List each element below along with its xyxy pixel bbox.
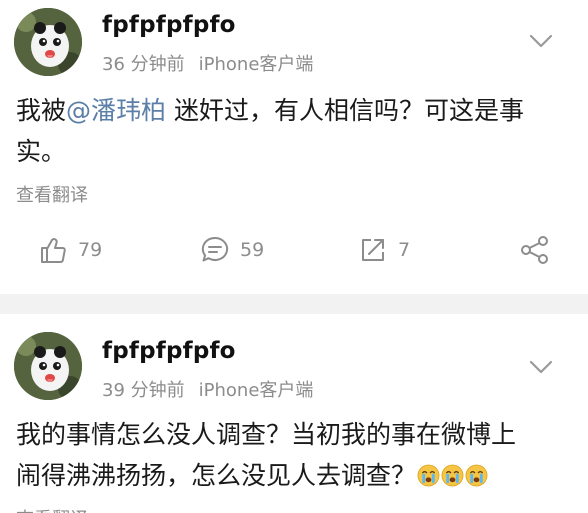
post-separator: [0, 294, 588, 314]
post-meta: 36 分钟前 iPhone客户端: [102, 50, 313, 76]
post-time: 36 分钟前: [102, 54, 185, 75]
avatar-image: [14, 8, 82, 76]
comment-icon: [201, 236, 229, 262]
username[interactable]: fpfpfpfpfo: [102, 338, 236, 364]
post-source: iPhone客户端: [198, 380, 314, 401]
weibo-post: fpfpfpfpfo 39 分钟前 iPhone客户端 我的事情怎么没人调查？当初…: [0, 314, 588, 513]
content-text: 我被: [16, 96, 67, 125]
crying-face-icon: [417, 464, 440, 487]
content-text: 迷奸过，有人相信吗？可这是事: [166, 96, 524, 125]
avatar[interactable]: [14, 8, 82, 76]
repost-icon: [362, 239, 384, 261]
post-content: 我的事情怎么没人调查？当初我的事在微博上 闹得沸沸扬扬，怎么没见人去调查？: [16, 414, 572, 496]
post-time: 39 分钟前: [102, 380, 185, 401]
translate-link[interactable]: 查看翻译: [16, 505, 88, 513]
post-content-line: 我的事情怎么没人调查？当初我的事在微博上: [16, 420, 517, 449]
like-count: 79: [78, 239, 103, 261]
post-content-line: 我被@潘玮柏 迷奸过，有人相信吗？可这是事: [16, 90, 572, 131]
action-bar: 79 59 7: [0, 226, 588, 274]
post-content-line: 闹得沸沸扬扬，怎么没见人去调查？: [16, 455, 572, 496]
chevron-down-icon[interactable]: [528, 32, 554, 50]
post-content-line: 实。: [16, 137, 67, 166]
avatar-image: [14, 332, 82, 400]
post-meta: 39 分钟前 iPhone客户端: [102, 376, 313, 402]
thumbs-up-icon: [41, 238, 66, 263]
comment-button[interactable]: 59: [200, 226, 264, 274]
post-source: iPhone客户端: [198, 54, 314, 75]
crying-face-icon: [441, 464, 464, 487]
repost-count: 7: [398, 239, 411, 261]
username[interactable]: fpfpfpfpfo: [102, 12, 236, 38]
post-content: 我被@潘玮柏 迷奸过，有人相信吗？可这是事 实。: [16, 90, 572, 172]
crying-face-icon: [465, 464, 488, 487]
share-icon: [521, 236, 548, 264]
avatar[interactable]: [14, 332, 82, 400]
mention-link[interactable]: @潘玮柏: [66, 96, 166, 125]
content-text: 闹得沸沸扬扬，怎么没见人去调查？: [16, 461, 417, 490]
weibo-post: fpfpfpfpfo 36 分钟前 iPhone客户端 我被@潘玮柏 迷奸过，有人…: [0, 0, 588, 294]
share-button[interactable]: [519, 226, 551, 274]
repost-button[interactable]: 7: [358, 226, 410, 274]
chevron-down-icon[interactable]: [528, 358, 554, 376]
like-button[interactable]: 79: [38, 226, 102, 274]
comment-count: 59: [240, 239, 265, 261]
translate-link[interactable]: 查看翻译: [16, 181, 88, 207]
